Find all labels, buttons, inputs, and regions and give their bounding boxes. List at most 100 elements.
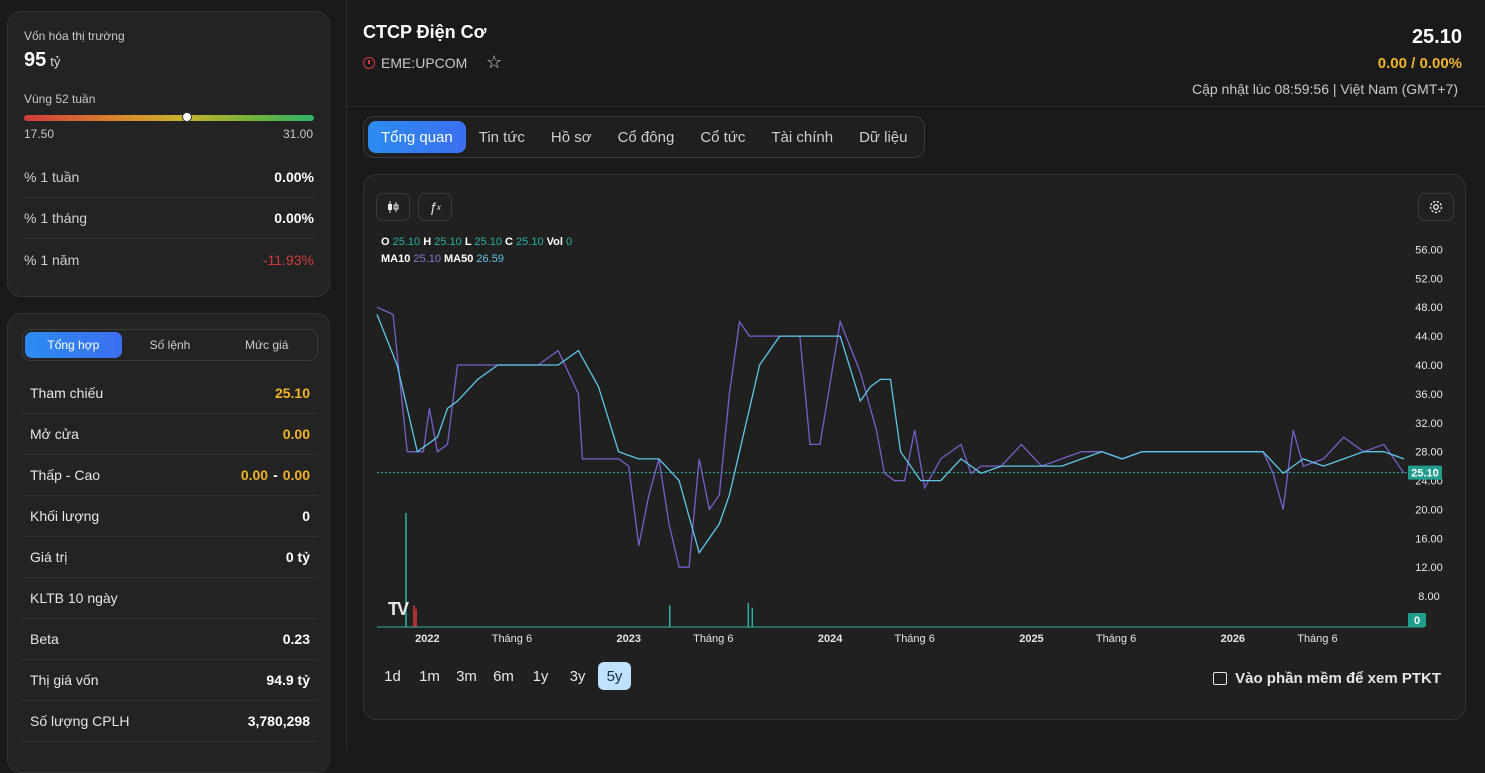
perf-label: % 1 tháng — [24, 210, 88, 226]
summary-row-kltb: KLTB 10 ngày — [22, 578, 318, 619]
summary-label: Thấp - Cao — [30, 467, 101, 483]
tab-co-dong[interactable]: Cổ đông — [605, 121, 688, 153]
ma10-value: 25.10 — [413, 253, 441, 265]
vol-label: Vol — [546, 236, 563, 248]
high-value: 0.00 — [282, 467, 310, 483]
h-label: H — [423, 236, 432, 248]
range-1y[interactable]: 1y — [524, 662, 557, 690]
summary-value: 0.00 — [282, 426, 310, 442]
y-tick-label: 52.00 — [1415, 273, 1443, 285]
ma-line: MA10 25.10 MA50 26.59 — [381, 251, 572, 268]
o-label: O — [381, 236, 390, 248]
summary-range-value: 0.00-0.00 — [241, 467, 310, 483]
x-tick-label: Tháng 6 — [1297, 633, 1337, 645]
market-cap-number: 95 — [24, 49, 47, 71]
gear-icon[interactable] — [1418, 193, 1454, 221]
exchange-ticker: EME:UPCOM — [363, 55, 467, 71]
perf-value: 0.00% — [274, 169, 314, 185]
summary-row-khoi-luong: Khối lượng 0 — [22, 496, 318, 537]
tab-tai-chinh[interactable]: Tài chính — [758, 121, 846, 153]
x-tick-label: 2023 — [616, 633, 640, 645]
x-tick-label: 2026 — [1221, 633, 1245, 645]
summary-value: 25.10 — [274, 385, 310, 401]
tradingview-logo[interactable]: TV — [388, 599, 409, 620]
x-tick-label: Tháng 6 — [693, 633, 733, 645]
summary-label: Tham chiếu — [30, 385, 104, 401]
main-tabs: Tổng quan Tin tức Hồ sơ Cổ đông Cổ tức T… — [363, 116, 926, 158]
summary-segmented-control: Tổng hợp Số lệnh Mức giá — [22, 329, 318, 361]
ptkt-label: Vào phần mềm để xem PTKT — [1235, 670, 1441, 687]
y-tick-label: 16.00 — [1415, 533, 1443, 545]
market-cap-value: 95 tỷ — [24, 49, 60, 72]
y-tick-label: 36.00 — [1415, 389, 1443, 401]
tab-tin-tuc[interactable]: Tin tức — [466, 121, 538, 153]
ma10-label: MA10 — [381, 253, 411, 265]
market-cap-unit: tỷ — [50, 54, 61, 69]
y-tick-label: 48.00 — [1415, 302, 1443, 314]
last-updated: Cập nhật lúc 08:59:56 | Việt Nam (GMT+7) — [1191, 81, 1458, 97]
open-ptkt-link[interactable]: Vào phần mềm để xem PTKT — [1213, 670, 1441, 687]
h-value: 25.10 — [434, 236, 462, 248]
fx-icon[interactable]: ƒx — [418, 193, 452, 221]
left-column: Vốn hóa thị trường 95 tỷ Vùng 52 tuần 17.… — [0, 0, 346, 773]
stock-header: CTCP Điện Cơ EME:UPCOM ☆ 25.10 0.00 / 0.… — [347, 0, 1485, 107]
range-52w-max: 31.00 — [282, 127, 313, 141]
y-tick-label: 8.00 — [1418, 591, 1439, 603]
tab-co-tuc[interactable]: Cổ tức — [687, 121, 758, 153]
range-3m[interactable]: 3m — [450, 662, 483, 690]
perf-row-week: % 1 tuần 0.00% — [24, 157, 314, 198]
l-label: L — [464, 236, 472, 248]
summary-value: 3,780,298 — [247, 713, 310, 729]
range-3y[interactable]: 3y — [561, 662, 594, 690]
star-icon[interactable]: ☆ — [486, 52, 502, 73]
company-name: CTCP Điện Cơ — [363, 22, 487, 42]
range-6m[interactable]: 6m — [487, 662, 520, 690]
tab-du-lieu[interactable]: Dữ liệu — [846, 121, 920, 153]
current-price: 25.10 — [1411, 26, 1462, 48]
o-value: 25.10 — [392, 236, 421, 248]
summary-tab-muc-gia[interactable]: Mức giá — [218, 332, 315, 358]
range-1d[interactable]: 1d — [376, 662, 409, 690]
series-line-ma10 — [376, 306, 1405, 568]
exchange-label: EME:UPCOM — [381, 55, 468, 71]
summary-label: Beta — [30, 631, 59, 647]
low-value: 0.00 — [240, 467, 269, 483]
ma50-value: 26.59 — [476, 253, 504, 265]
ma50-label: MA50 — [444, 253, 474, 265]
perf-row-year: % 1 năm -11.93% — [24, 239, 314, 280]
ohlc-line: O 25.10 H 25.10 L 25.10 C 25.10 Vol 0 — [381, 234, 572, 251]
price-change: 0.00 / 0.00% — [1377, 55, 1462, 72]
summary-label: Số lượng CPLH — [30, 713, 130, 729]
range-5y[interactable]: 5y — [598, 662, 631, 690]
tab-tong-quan[interactable]: Tổng quan — [368, 121, 466, 153]
x-tick-label: Tháng 6 — [894, 633, 934, 645]
volume-bar — [747, 603, 750, 627]
volume-label: 0 — [1414, 615, 1420, 627]
summary-label: Thị giá vốn — [30, 672, 99, 688]
summary-label: KLTB 10 ngày — [30, 590, 118, 606]
range-52w-knob — [182, 112, 193, 122]
summary-value: 0 — [302, 508, 310, 524]
summary-tab-so-lenh[interactable]: Số lệnh — [122, 332, 219, 358]
range-1m[interactable]: 1m — [413, 662, 446, 690]
summary-tab-tong-hop[interactable]: Tổng hợp — [25, 332, 122, 358]
y-tick-label: 12.00 — [1415, 562, 1443, 574]
summary-label: Giá trị — [30, 549, 68, 565]
current-price-label: 25.10 — [1411, 468, 1439, 480]
x-tick-label: Tháng 6 — [1096, 633, 1136, 645]
summary-value: 0.23 — [282, 631, 310, 647]
perf-label: % 1 tuần — [24, 169, 80, 185]
candlestick-icon[interactable] — [376, 193, 410, 221]
range-52w-min: 17.50 — [24, 127, 55, 141]
y-tick-label: 56.00 — [1415, 244, 1443, 256]
summary-row-thi-gia-von: Thị giá vốn 94.9 tỷ — [22, 660, 318, 701]
market-cap-card: Vốn hóa thị trường 95 tỷ Vùng 52 tuần 17.… — [7, 11, 330, 297]
vol-value: 0 — [565, 236, 573, 248]
y-tick-label: 28.00 — [1415, 447, 1443, 459]
summary-value: 0 tỷ — [285, 549, 310, 565]
y-tick-label: 44.00 — [1415, 331, 1443, 343]
summary-card: Tổng hợp Số lệnh Mức giá Tham chiếu 25.1… — [7, 313, 330, 773]
tab-ho-so[interactable]: Hồ sơ — [538, 121, 605, 153]
price-chart-card: 56.00 52.00 48.00 44.00 40.00 36.00 32.00 28.00… — [363, 174, 1466, 720]
summary-label: Mở cửa — [30, 426, 79, 442]
